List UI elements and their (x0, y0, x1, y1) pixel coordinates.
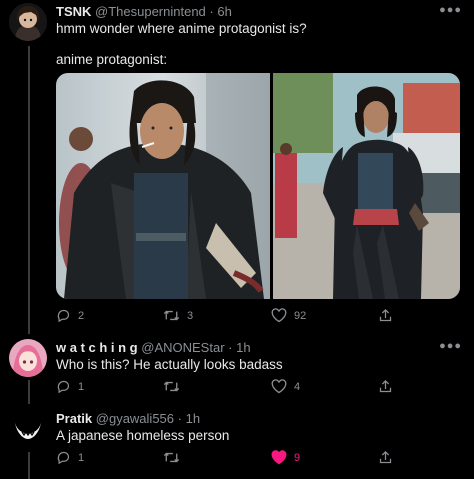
tweet-text-caption: anime protagonist: (56, 52, 168, 67)
reply-icon (57, 309, 70, 323)
retweet-count: 3 (187, 309, 194, 322)
avatar[interactable] (9, 411, 47, 449)
photo-right[interactable] (273, 73, 460, 299)
more-icon[interactable]: ●●● (439, 340, 462, 352)
share-icon (379, 450, 392, 464)
display-name[interactable]: w a t c h i n g (56, 340, 138, 355)
display-name[interactable]: Pratik (56, 411, 92, 426)
retweet-icon (163, 452, 180, 463)
more-icon[interactable]: ●●● (439, 4, 462, 16)
like-count: 9 (294, 451, 301, 464)
tweet-reply-1[interactable]: w a t c h i n g @ANONEStar · 1h ●●● Who … (0, 336, 474, 406)
retweet-button[interactable] (163, 450, 187, 465)
separator: · (177, 411, 182, 426)
tweet-media[interactable] (56, 73, 460, 299)
tweet-original[interactable]: TSNK @Thesupernintend · 6h ●●● hmm wonde… (0, 0, 474, 330)
tweet-text: Who is this? He actually looks badass (56, 357, 283, 372)
reply-icon (57, 451, 70, 465)
heart-icon (271, 379, 287, 394)
separator: · (228, 340, 233, 355)
share-button[interactable] (378, 379, 393, 394)
separator: · (209, 4, 214, 19)
username[interactable]: @Thesupernintend (95, 4, 206, 19)
avatar[interactable] (9, 339, 47, 377)
reply-button[interactable]: 1 (56, 450, 84, 465)
timestamp[interactable]: 1h (186, 411, 200, 426)
retweet-icon (163, 310, 180, 321)
like-button[interactable]: 4 (271, 379, 300, 394)
like-button[interactable]: 92 (271, 308, 306, 323)
like-count: 4 (294, 380, 301, 393)
like-button[interactable]: 9 (271, 450, 300, 465)
username[interactable]: @ANONEStar (141, 340, 224, 355)
share-button[interactable] (378, 308, 393, 323)
display-name[interactable]: TSNK (56, 4, 91, 19)
photo-left[interactable] (56, 73, 270, 299)
tweet-text: hmm wonder where anime protagonist is? (56, 21, 307, 36)
reply-count: 2 (78, 309, 85, 322)
avatar[interactable] (9, 3, 47, 41)
share-icon (379, 308, 392, 322)
reply-button[interactable]: 2 (56, 308, 84, 323)
share-icon (379, 379, 392, 393)
tweet-actions: 1 9 (56, 450, 456, 468)
reply-button[interactable]: 1 (56, 379, 84, 394)
heart-icon (271, 450, 287, 465)
tweet-header: TSNK @Thesupernintend · 6h (56, 4, 232, 19)
retweet-button[interactable]: 3 (163, 308, 193, 323)
tweet-text: A japanese homeless person (56, 428, 230, 443)
heart-icon (271, 308, 287, 323)
tweet-actions: 1 4 (56, 379, 456, 397)
retweet-button[interactable] (163, 379, 187, 394)
tweet-header: w a t c h i n g @ANONEStar · 1h (56, 340, 251, 355)
tweet-reply-2[interactable]: Pratik @gyawali556 · 1h ●●● A japanese h… (0, 408, 474, 478)
reply-count: 1 (78, 451, 85, 464)
share-button[interactable] (378, 450, 393, 465)
timestamp[interactable]: 6h (217, 4, 231, 19)
tweet-actions: 2 3 92 (56, 308, 456, 326)
like-count: 92 (294, 309, 307, 322)
reply-icon (57, 380, 70, 394)
username[interactable]: @gyawali556 (96, 411, 174, 426)
reply-count: 1 (78, 380, 85, 393)
retweet-icon (163, 381, 180, 392)
tweet-header: Pratik @gyawali556 · 1h (56, 411, 200, 426)
timestamp[interactable]: 1h (236, 340, 250, 355)
